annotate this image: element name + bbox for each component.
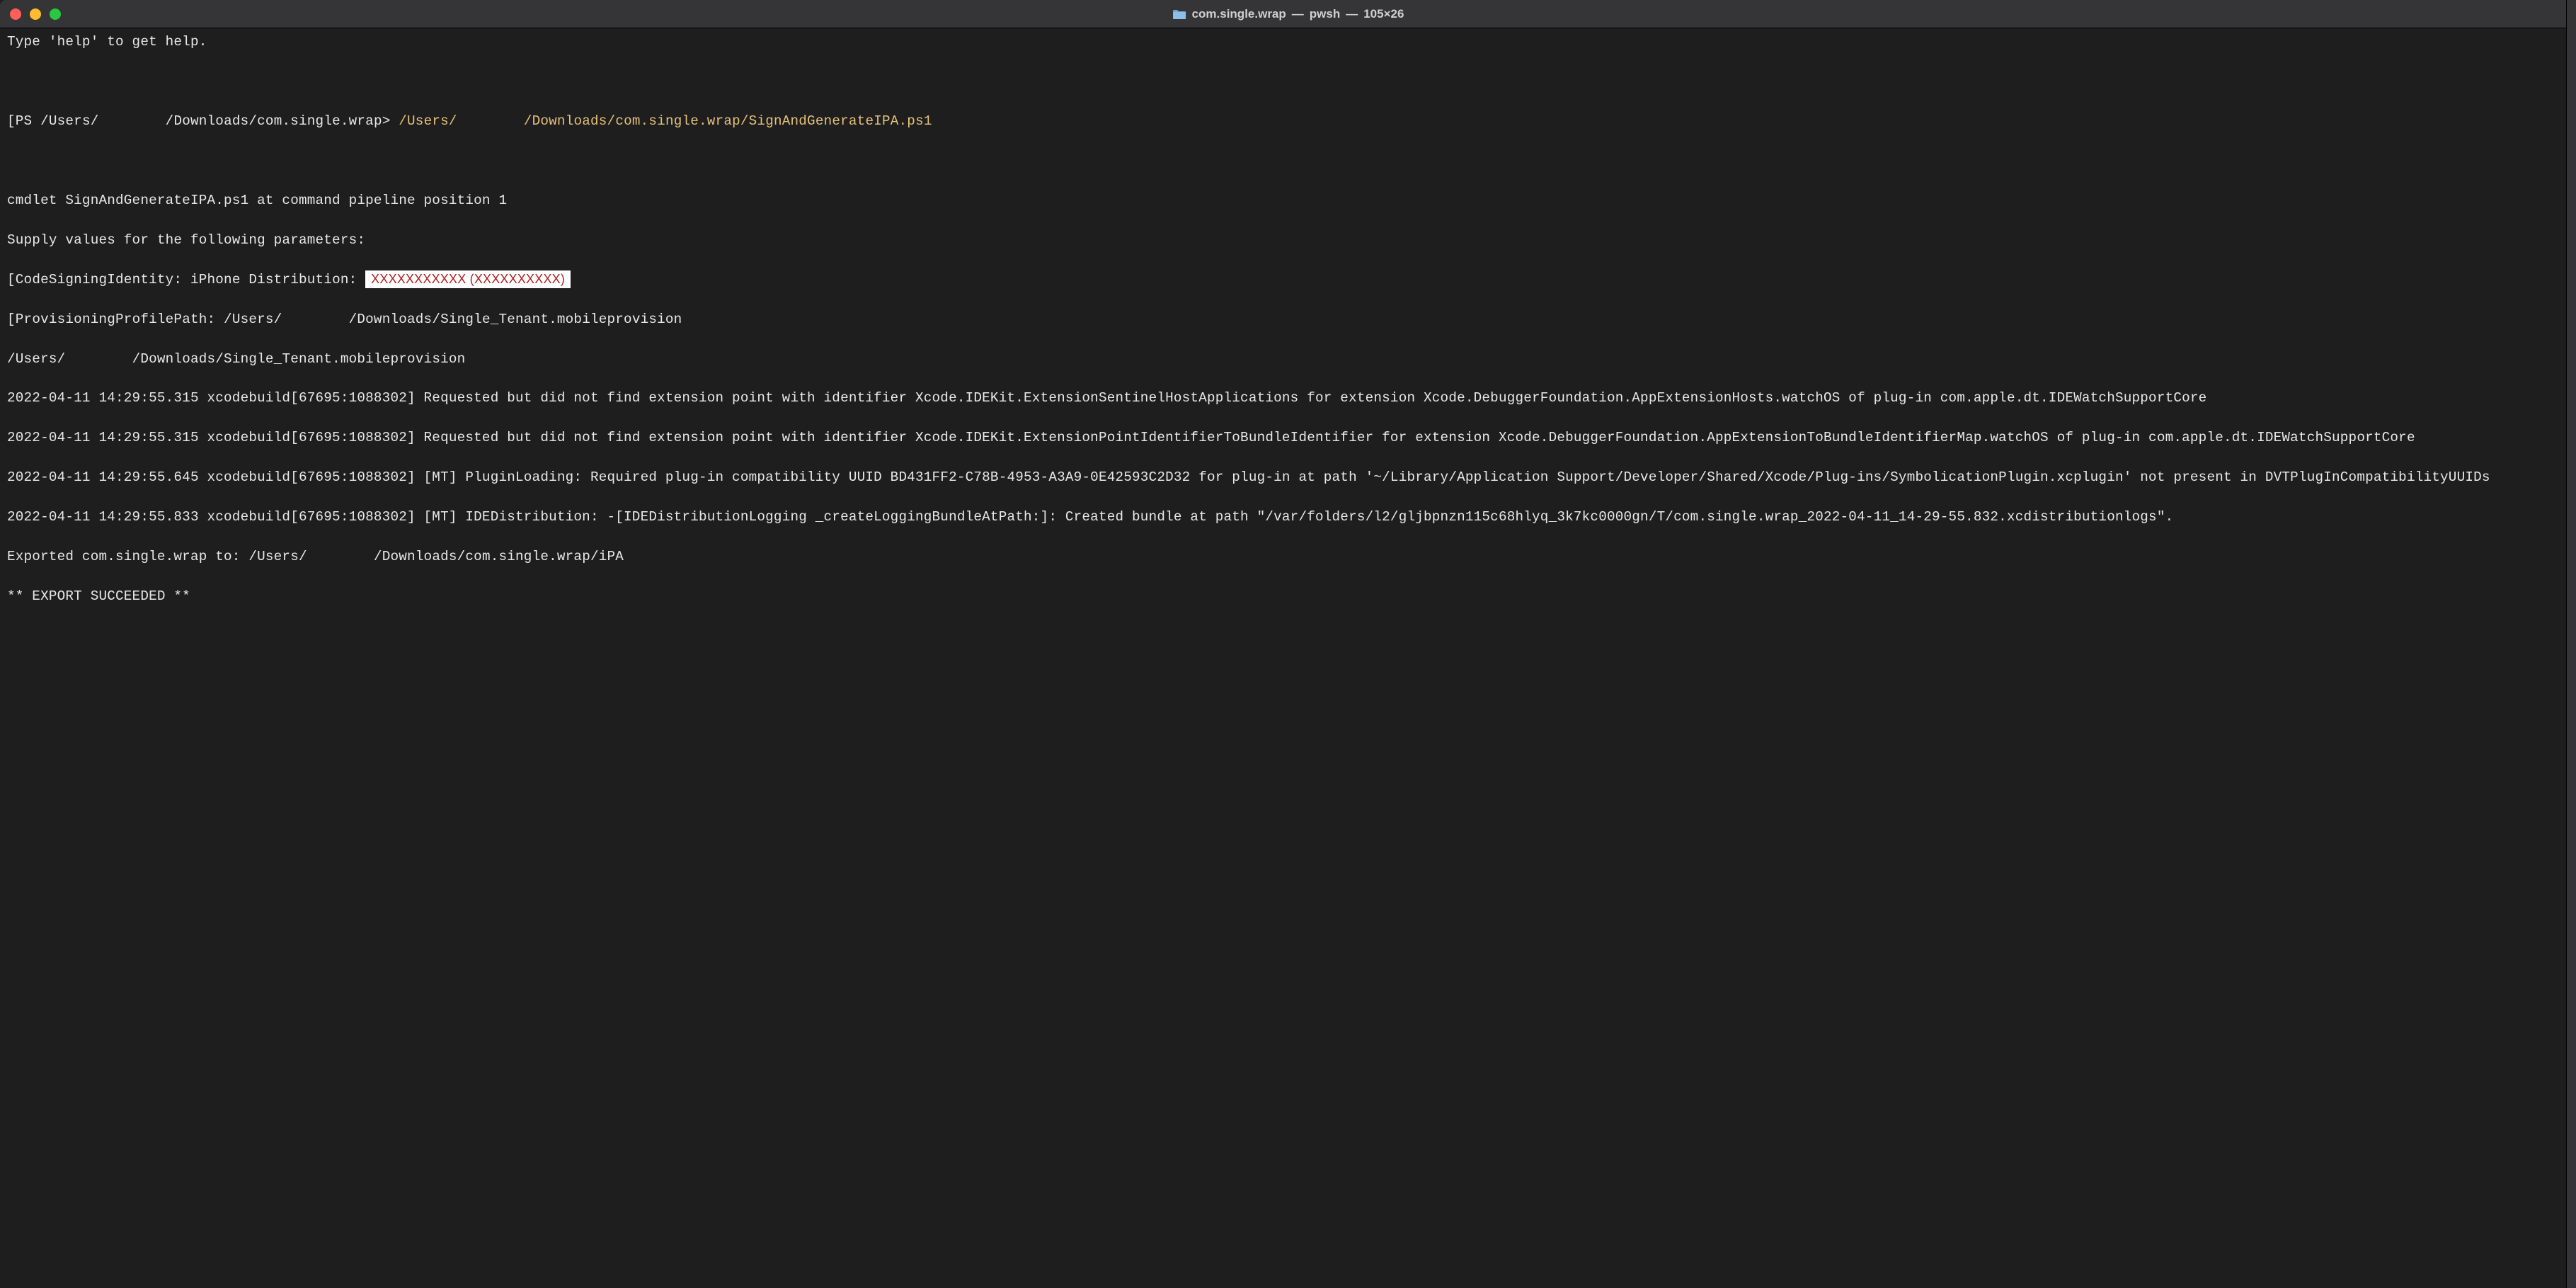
- log-line-2: 2022-04-11 14:29:55.315 xcodebuild[67695…: [7, 428, 2569, 448]
- minimize-icon[interactable]: [30, 8, 41, 20]
- redacted-user-1: [99, 113, 166, 129]
- title-process: pwsh: [1310, 7, 1340, 21]
- prompt-path: /Downloads/com.single.wrap>: [166, 113, 391, 129]
- help-line: Type 'help' to get help.: [7, 33, 2569, 52]
- log-line-3: 2022-04-11 14:29:55.645 xcodebuild[67695…: [7, 468, 2569, 488]
- provprofile-line: [ProvisioningProfilePath: /Users/ /Downl…: [7, 310, 2569, 330]
- provprofile-label: ProvisioningProfilePath: /Users/: [16, 312, 282, 327]
- echo-line: /Users/ /Downloads/Single_Tenant.mobilep…: [7, 350, 2569, 370]
- terminal-window: com.single.wrap — pwsh — 105×26 Type 'he…: [0, 0, 2576, 1288]
- log-line-4: 2022-04-11 14:29:55.833 xcodebuild[67695…: [7, 508, 2569, 528]
- succeeded-line: ** EXPORT SUCCEEDED **: [7, 587, 2569, 607]
- window-title: com.single.wrap — pwsh — 105×26: [1172, 7, 1404, 21]
- exported-line: Exported com.single.wrap to: /Users/ /Do…: [7, 547, 2569, 567]
- redacted-user-3: [282, 312, 348, 327]
- blank-line: [7, 72, 2569, 92]
- redacted-user-4: [65, 351, 132, 367]
- exported-1: Exported com.single.wrap to: /Users/: [7, 549, 307, 564]
- provprofile-path: /Downloads/Single_Tenant.mobileprovision: [349, 312, 682, 327]
- title-folder: com.single.wrap: [1192, 7, 1286, 21]
- prompt-prefix: PS /Users/: [16, 113, 99, 129]
- scrollbar-track[interactable]: [2566, 0, 2576, 1288]
- supply-line: Supply values for the following paramete…: [7, 231, 2569, 251]
- codesign-label: CodeSigningIdentity: iPhone Distribution…: [16, 272, 365, 287]
- echo-users: /Users/: [7, 351, 65, 367]
- prompt-line: [PS /Users/ /Downloads/com.single.wrap> …: [7, 112, 2569, 132]
- script-path-a: /Users/: [399, 113, 457, 129]
- maximize-icon[interactable]: [50, 8, 61, 20]
- folder-icon: [1172, 8, 1186, 20]
- echo-path: /Downloads/Single_Tenant.mobileprovision: [132, 351, 466, 367]
- titlebar: com.single.wrap — pwsh — 105×26: [0, 0, 2576, 28]
- codesign-redacted: XXXXXXXXXXX (XXXXXXXXXX): [365, 270, 571, 288]
- script-path-b: /Downloads/com.single.wrap/SignAndGenera…: [524, 113, 932, 129]
- title-sep-2: —: [1346, 7, 1358, 21]
- cmdlet-line: cmdlet SignAndGenerateIPA.ps1 at command…: [7, 191, 2569, 211]
- close-icon[interactable]: [10, 8, 21, 20]
- blank-line-2: [7, 152, 2569, 171]
- window-controls: [10, 8, 61, 20]
- codesign-line: [CodeSigningIdentity: iPhone Distributio…: [7, 270, 2569, 290]
- exported-2: /Downloads/com.single.wrap/iPA: [374, 549, 624, 564]
- log-line-1: 2022-04-11 14:29:55.315 xcodebuild[67695…: [7, 389, 2569, 409]
- redacted-user-2: [457, 113, 524, 129]
- title-sep-1: —: [1292, 7, 1304, 21]
- redacted-user-5: [307, 549, 374, 564]
- title-dims: 105×26: [1363, 7, 1404, 21]
- terminal-output[interactable]: Type 'help' to get help. [PS /Users/ /Do…: [0, 28, 2576, 1288]
